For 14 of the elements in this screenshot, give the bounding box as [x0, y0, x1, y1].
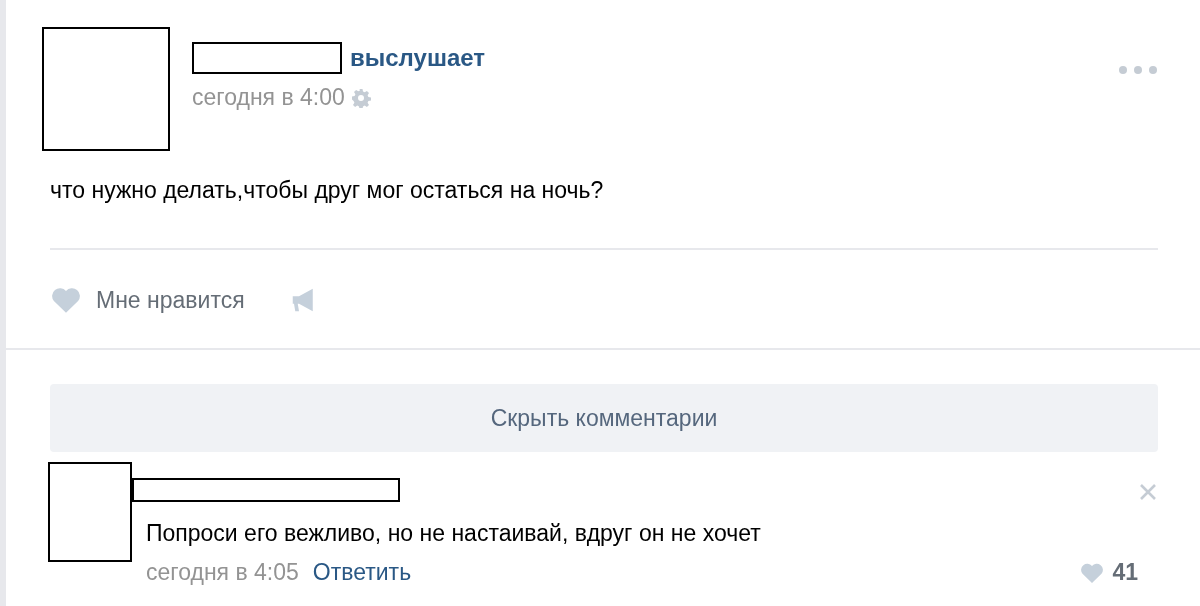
author-link[interactable]: выслушает — [350, 44, 485, 72]
post-text: что нужно делать,чтобы друг мог остаться на ночь? — [50, 177, 605, 204]
avatar[interactable] — [42, 27, 170, 151]
like-button[interactable]: 41 — [1080, 559, 1138, 586]
hide-comments-button[interactable]: Скрыть комментарии — [50, 384, 1158, 452]
more-icon[interactable] — [1118, 65, 1158, 75]
gear-icon[interactable] — [350, 87, 371, 108]
comment-text: Попроси его вежливо, но не настаивай, вдруг он не хочет — [146, 520, 762, 547]
avatar[interactable] — [48, 462, 132, 562]
comment-time: сегодня в 4:05 — [146, 559, 299, 586]
reply-link[interactable]: Ответить — [312, 559, 412, 586]
post-time: сегодня в 4:00 — [192, 84, 345, 111]
like-button[interactable]: Мне нравится — [50, 286, 245, 314]
close-icon[interactable] — [1138, 482, 1158, 502]
